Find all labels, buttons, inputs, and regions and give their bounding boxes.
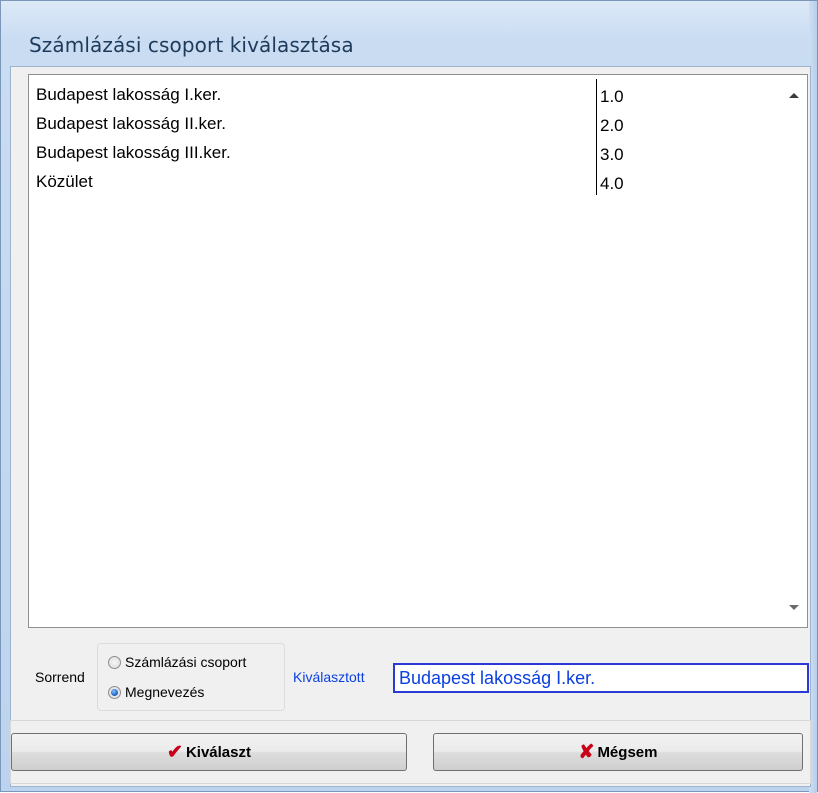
dialog-window: Számlázási csoport kiválasztása Budapest…	[0, 0, 818, 793]
sort-option-name[interactable]: Megnevezés	[108, 684, 204, 700]
scroll-up-arrow-icon[interactable]	[789, 93, 799, 98]
group-listbox[interactable]: Budapest lakosság I.ker. 1.0 Budapest la…	[28, 74, 808, 628]
sort-option-label: Számlázási csoport	[125, 654, 247, 670]
list-rows: Budapest lakosság I.ker. 1.0 Budapest la…	[35, 79, 777, 195]
select-button[interactable]: ✔ Kiválaszt	[11, 733, 407, 771]
list-item-code: 1.0	[596, 79, 624, 108]
sort-radio-group: Számlázási csoport Megnevezés	[97, 643, 285, 711]
list-item[interactable]: Budapest lakosság III.ker. 3.0	[35, 137, 777, 166]
list-item-code: 2.0	[596, 108, 624, 137]
list-vertical-scrollbar[interactable]	[779, 75, 807, 627]
list-item-code: 3.0	[596, 137, 624, 166]
list-item-name: Budapest lakosság II.ker.	[36, 114, 226, 133]
selected-value-text: Budapest lakosság I.ker.	[399, 668, 596, 688]
list-item[interactable]: Budapest lakosság I.ker. 1.0	[35, 79, 777, 108]
select-button-label: Kiválaszt	[185, 743, 251, 761]
list-item[interactable]: Budapest lakosság II.ker. 2.0	[35, 108, 777, 137]
scroll-down-arrow-icon[interactable]	[789, 605, 799, 610]
radio-unchecked-icon[interactable]	[108, 656, 121, 669]
list-item-code: 4.0	[596, 166, 624, 195]
list-item-name: Budapest lakosság III.ker.	[36, 143, 231, 162]
cancel-button[interactable]: ✘ Mégsem	[433, 733, 803, 771]
selected-value-field: Budapest lakosság I.ker.	[393, 663, 809, 693]
check-icon: ✔	[167, 741, 183, 763]
x-icon: ✘	[578, 741, 595, 763]
dialog-title: Számlázási csoport kiválasztása	[29, 33, 354, 57]
list-item[interactable]: Közület 4.0	[35, 166, 777, 195]
radio-checked-icon[interactable]	[108, 686, 121, 699]
selected-label: Kiválasztott	[293, 669, 365, 685]
sort-option-label: Megnevezés	[125, 684, 205, 700]
list-item-name: Közület	[36, 172, 93, 191]
sort-label: Sorrend	[35, 669, 85, 685]
sort-option-billing-group[interactable]: Számlázási csoport	[108, 654, 246, 670]
cancel-button-label: Mégsem	[597, 743, 658, 761]
list-item-name: Budapest lakosság I.ker.	[36, 85, 222, 104]
